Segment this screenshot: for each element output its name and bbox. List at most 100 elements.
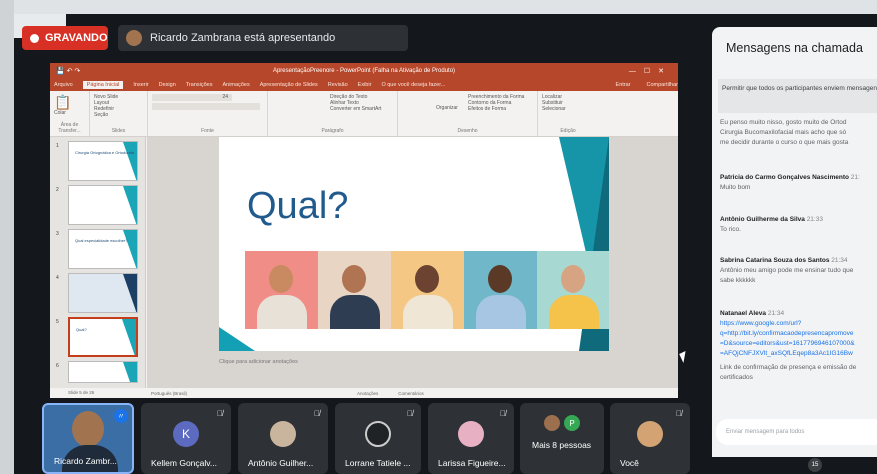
recording-label: GRAVANDO — [45, 32, 108, 44]
presenter-banner: Ricardo Zambrana está apresentando — [118, 25, 408, 51]
comments-toggle[interactable]: Comentários — [398, 391, 424, 396]
entrar-link[interactable]: Entrar — [616, 82, 631, 88]
tab-animacoes[interactable]: Animações — [222, 82, 249, 88]
message-link[interactable]: =AFQjCNFJXVlt_axSQfLEqep8a3Ac1IG16Bw — [720, 349, 877, 359]
photo-person-body — [476, 295, 526, 329]
tab-arquivo[interactable]: Arquivo — [54, 82, 73, 88]
chat-message: Antônio Guilherme da Silva 21:33 To rico… — [720, 215, 877, 235]
speaking-indicator-icon: 〃 — [114, 409, 128, 423]
message-time: 21:34 — [767, 310, 785, 317]
font-size-field[interactable]: 24 — [152, 94, 232, 101]
tab-design[interactable]: Design — [159, 82, 176, 88]
participant-video — [72, 411, 104, 447]
photo-person-head — [415, 265, 439, 293]
participant-tile[interactable]: 〃 Ricardo Zambr... — [42, 403, 134, 474]
chat-message-input[interactable]: Enviar mensagem para todos — [716, 419, 877, 445]
notes-placeholder[interactable]: Clique para adicionar anotações — [219, 359, 298, 365]
tab-exibir[interactable]: Exibir — [358, 82, 372, 88]
notes-toggle[interactable]: Anotações — [357, 391, 378, 396]
tab-revisao[interactable]: Revisão — [328, 82, 348, 88]
ribbon-group-font: 24 Fonte — [148, 91, 268, 136]
message-link[interactable]: https://www.google.com/url? — [720, 319, 877, 329]
smartart-button[interactable]: Converter em SmartArt — [272, 106, 393, 112]
participant-avatar — [544, 415, 560, 431]
presenter-text: Ricardo Zambrana está apresentando — [150, 32, 336, 44]
select-button[interactable]: Selecionar — [542, 106, 594, 112]
thumbnail-image[interactable]: Cirurgia Ortognática e Ortodontia — [68, 141, 138, 181]
participant-tile[interactable]: 🎙̸ K Kellem Gonçalv... — [141, 403, 231, 474]
section-button[interactable]: Seção — [94, 112, 143, 118]
quick-access-icons: 💾 ↶ ↷ — [56, 68, 81, 75]
thumbnail-item[interactable]: 3 Qual especialidade escolher? — [54, 229, 140, 273]
paste-button[interactable]: Colar — [54, 110, 85, 116]
slide-counter: Slide 5 de 26 — [50, 388, 146, 398]
slide-title[interactable]: Qual? — [247, 185, 348, 228]
tab-transicoes[interactable]: Transições — [186, 82, 213, 88]
photo-person-head — [488, 265, 512, 293]
message-sender: Antônio Guilherme da Silva — [720, 216, 805, 223]
presenter-avatar — [126, 30, 142, 46]
ribbon-group-slides: Novo Slide Layout Redefinir Seção Slides — [90, 91, 148, 136]
record-dot-icon — [30, 33, 39, 43]
shared-powerpoint-window[interactable]: 💾 ↶ ↷ ApresentaçãoPreenore - PowerPoint … — [50, 63, 678, 398]
slide-photo — [391, 251, 464, 329]
ribbon-group-label: Desenho — [457, 128, 478, 134]
arrange-button[interactable]: Organizar — [436, 105, 458, 111]
message-text: Link de confirmação de presença e emissã… — [720, 364, 857, 371]
ppt-ribbon: 📋 Colar Área de Transfer... Novo Slide L… — [50, 91, 678, 137]
more-participants-tile[interactable]: P Mais 8 pessoas — [520, 403, 604, 474]
monitor-bezel-top — [0, 0, 877, 14]
tab-inserir[interactable]: Inserir — [133, 82, 148, 88]
current-slide[interactable]: Qual? — [219, 137, 609, 351]
thumbnail-image[interactable] — [68, 361, 138, 383]
message-link[interactable]: =D&source=editors&ust=1617796946107000& — [720, 339, 877, 349]
ppt-status-bar: Português (Brasil) Anotações Comentários — [147, 388, 678, 398]
shape-effects-button[interactable]: Efeitos de Forma — [402, 106, 533, 112]
participant-name: Você — [620, 458, 639, 468]
ppt-window-title: ApresentaçãoPreenore - PowerPoint (Falha… — [272, 68, 456, 74]
thumbnail-image[interactable] — [68, 185, 138, 225]
thumbnail-image-selected[interactable]: Qual? — [68, 317, 138, 357]
ppt-title-bar: 💾 ↶ ↷ ApresentaçãoPreenore - PowerPoint … — [50, 63, 678, 79]
ribbon-group-label: Parágrafo — [321, 128, 344, 134]
thumbnail-number: 3 — [56, 231, 59, 237]
slide-workspace[interactable]: Qual? Clique para adicionar anotações Po… — [147, 137, 678, 398]
thumbnail-item[interactable]: 4 — [54, 273, 140, 317]
chat-message: Eu penso muito nisso, gosto muito de Ort… — [720, 118, 877, 148]
paste-icon[interactable]: 📋 — [54, 94, 85, 110]
thumbnail-item[interactable]: 2 — [54, 185, 140, 229]
participant-tile[interactable]: 🎙̸ Lorrane Tatiele ... — [335, 403, 421, 474]
thumbnail-number: 1 — [56, 143, 59, 149]
ribbon-group-editing: Localizar Substituir Selecionar Edição — [538, 91, 598, 136]
more-participants-label: Mais 8 pessoas — [532, 440, 592, 450]
message-link[interactable]: q=http://bit.ly/confirmacaodepresencapro… — [720, 329, 877, 339]
window-controls-icon: —☐✕ — [628, 68, 672, 75]
thumbnail-image[interactable]: Qual especialidade escolher? — [68, 229, 138, 269]
compartilhar-button[interactable]: Compartilhar — [647, 82, 678, 88]
message-text: certificados — [720, 374, 753, 381]
mouse-cursor-icon — [679, 350, 690, 364]
slide-photo — [318, 251, 391, 329]
language-status[interactable]: Português (Brasil) — [151, 391, 187, 396]
thumbnail-item[interactable]: 5 Qual? — [54, 317, 140, 361]
photo-person-body — [257, 295, 307, 329]
participant-name: Larissa Figueire... — [438, 458, 506, 468]
allow-messages-toggle[interactable]: Permitir que todos os participantes envi… — [718, 79, 877, 113]
participant-name: Kellem Gonçalv... — [151, 458, 217, 468]
tell-me-search[interactable]: O que você deseja fazer... — [381, 82, 445, 88]
tab-apresentacao[interactable]: Apresentação de Slides — [260, 82, 318, 88]
mic-muted-icon: 🎙̸ — [407, 409, 413, 418]
participant-tile[interactable]: 🎙̸ Antônio Guilher... — [238, 403, 328, 474]
participant-tile[interactable]: 🎙̸ Larissa Figueire... — [428, 403, 514, 474]
font-format-buttons[interactable] — [152, 103, 260, 110]
thumbnail-title: Cirurgia Ortognática e Ortodontia — [75, 150, 134, 155]
ribbon-group-drawing: Preenchimento da Forma Contorno da Forma… — [398, 91, 538, 136]
thumbnail-number: 6 — [56, 363, 59, 369]
thumbnail-image[interactable] — [68, 273, 138, 313]
self-tile[interactable]: 🎙̸ Você — [610, 403, 690, 474]
monitor-bezel-left — [0, 0, 14, 474]
thumbnail-number: 2 — [56, 187, 59, 193]
ribbon-group-label: Slides — [111, 128, 126, 134]
thumbnail-item[interactable]: 1 Cirurgia Ortognática e Ortodontia — [54, 141, 140, 185]
tab-pagina-inicial[interactable]: Página Inicial — [82, 81, 124, 89]
